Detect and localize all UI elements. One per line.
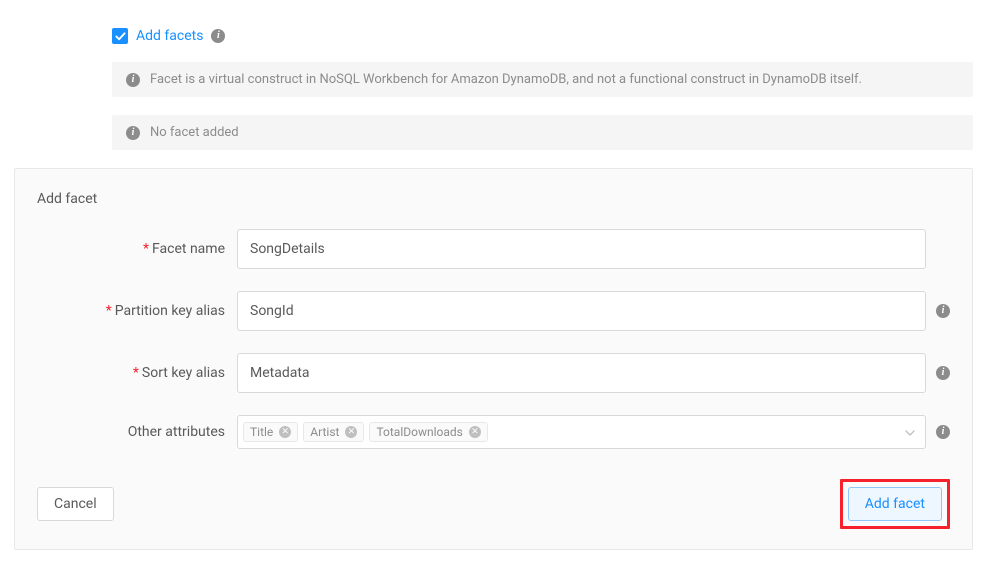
close-icon[interactable]: ✕ (345, 426, 357, 438)
button-row: Cancel Add facet (37, 479, 950, 529)
other-attributes-label: Other attributes (37, 424, 237, 440)
no-facet-banner: i No facet added (112, 115, 973, 150)
info-icon: i (126, 73, 140, 87)
info-icon[interactable]: i (936, 304, 950, 318)
facet-name-label-text: Facet name (152, 241, 225, 257)
cancel-button[interactable]: Cancel (37, 487, 114, 521)
no-facet-text: No facet added (150, 125, 239, 140)
attribute-tag: Title ✕ (243, 422, 298, 442)
add-facets-checkbox-row: Add facets i (112, 28, 981, 44)
add-facets-checkbox[interactable] (112, 28, 128, 44)
chevron-down-icon (905, 424, 915, 440)
info-icon[interactable]: i (936, 425, 950, 439)
other-attributes-row: Other attributes Title ✕ Artist ✕ TotalD… (37, 415, 950, 449)
check-icon (115, 31, 126, 42)
facet-description-text: Facet is a virtual construct in NoSQL Wo… (150, 72, 862, 87)
attribute-tag: TotalDownloads ✕ (369, 422, 487, 442)
add-facet-button[interactable]: Add facet (848, 487, 942, 521)
partition-key-alias-label: *Partition key alias (37, 303, 237, 319)
required-mark: * (106, 303, 112, 319)
sort-key-alias-label: *Sort key alias (37, 365, 237, 381)
tag-label: Artist (310, 425, 339, 439)
add-facets-label[interactable]: Add facets (136, 28, 203, 44)
partition-key-alias-input[interactable] (237, 291, 926, 331)
other-attributes-select[interactable]: Title ✕ Artist ✕ TotalDownloads ✕ (237, 415, 926, 449)
close-icon[interactable]: ✕ (279, 426, 291, 438)
info-icon[interactable]: i (211, 29, 225, 43)
panel-title: Add facet (37, 191, 950, 207)
info-icon: i (126, 126, 140, 140)
close-icon[interactable]: ✕ (469, 426, 481, 438)
attribute-tag: Artist ✕ (303, 422, 364, 442)
tag-label: TotalDownloads (376, 425, 462, 439)
tag-label: Title (250, 425, 273, 439)
sort-key-alias-input[interactable] (237, 353, 926, 393)
sort-key-alias-label-text: Sort key alias (142, 365, 225, 381)
partition-key-alias-label-text: Partition key alias (115, 303, 225, 319)
highlight-box: Add facet (840, 479, 950, 529)
info-icon[interactable]: i (936, 366, 950, 380)
add-facet-panel: Add facet *Facet name *Partition key ali… (14, 168, 973, 550)
other-attributes-label-text: Other attributes (128, 424, 225, 440)
facet-name-row: *Facet name (37, 229, 950, 269)
partition-key-alias-row: *Partition key alias i (37, 291, 950, 331)
required-mark: * (143, 241, 149, 257)
sort-key-alias-row: *Sort key alias i (37, 353, 950, 393)
facet-name-input[interactable] (237, 229, 926, 269)
facet-name-label: *Facet name (37, 241, 237, 257)
facet-description-banner: i Facet is a virtual construct in NoSQL … (112, 62, 973, 97)
required-mark: * (133, 365, 139, 381)
